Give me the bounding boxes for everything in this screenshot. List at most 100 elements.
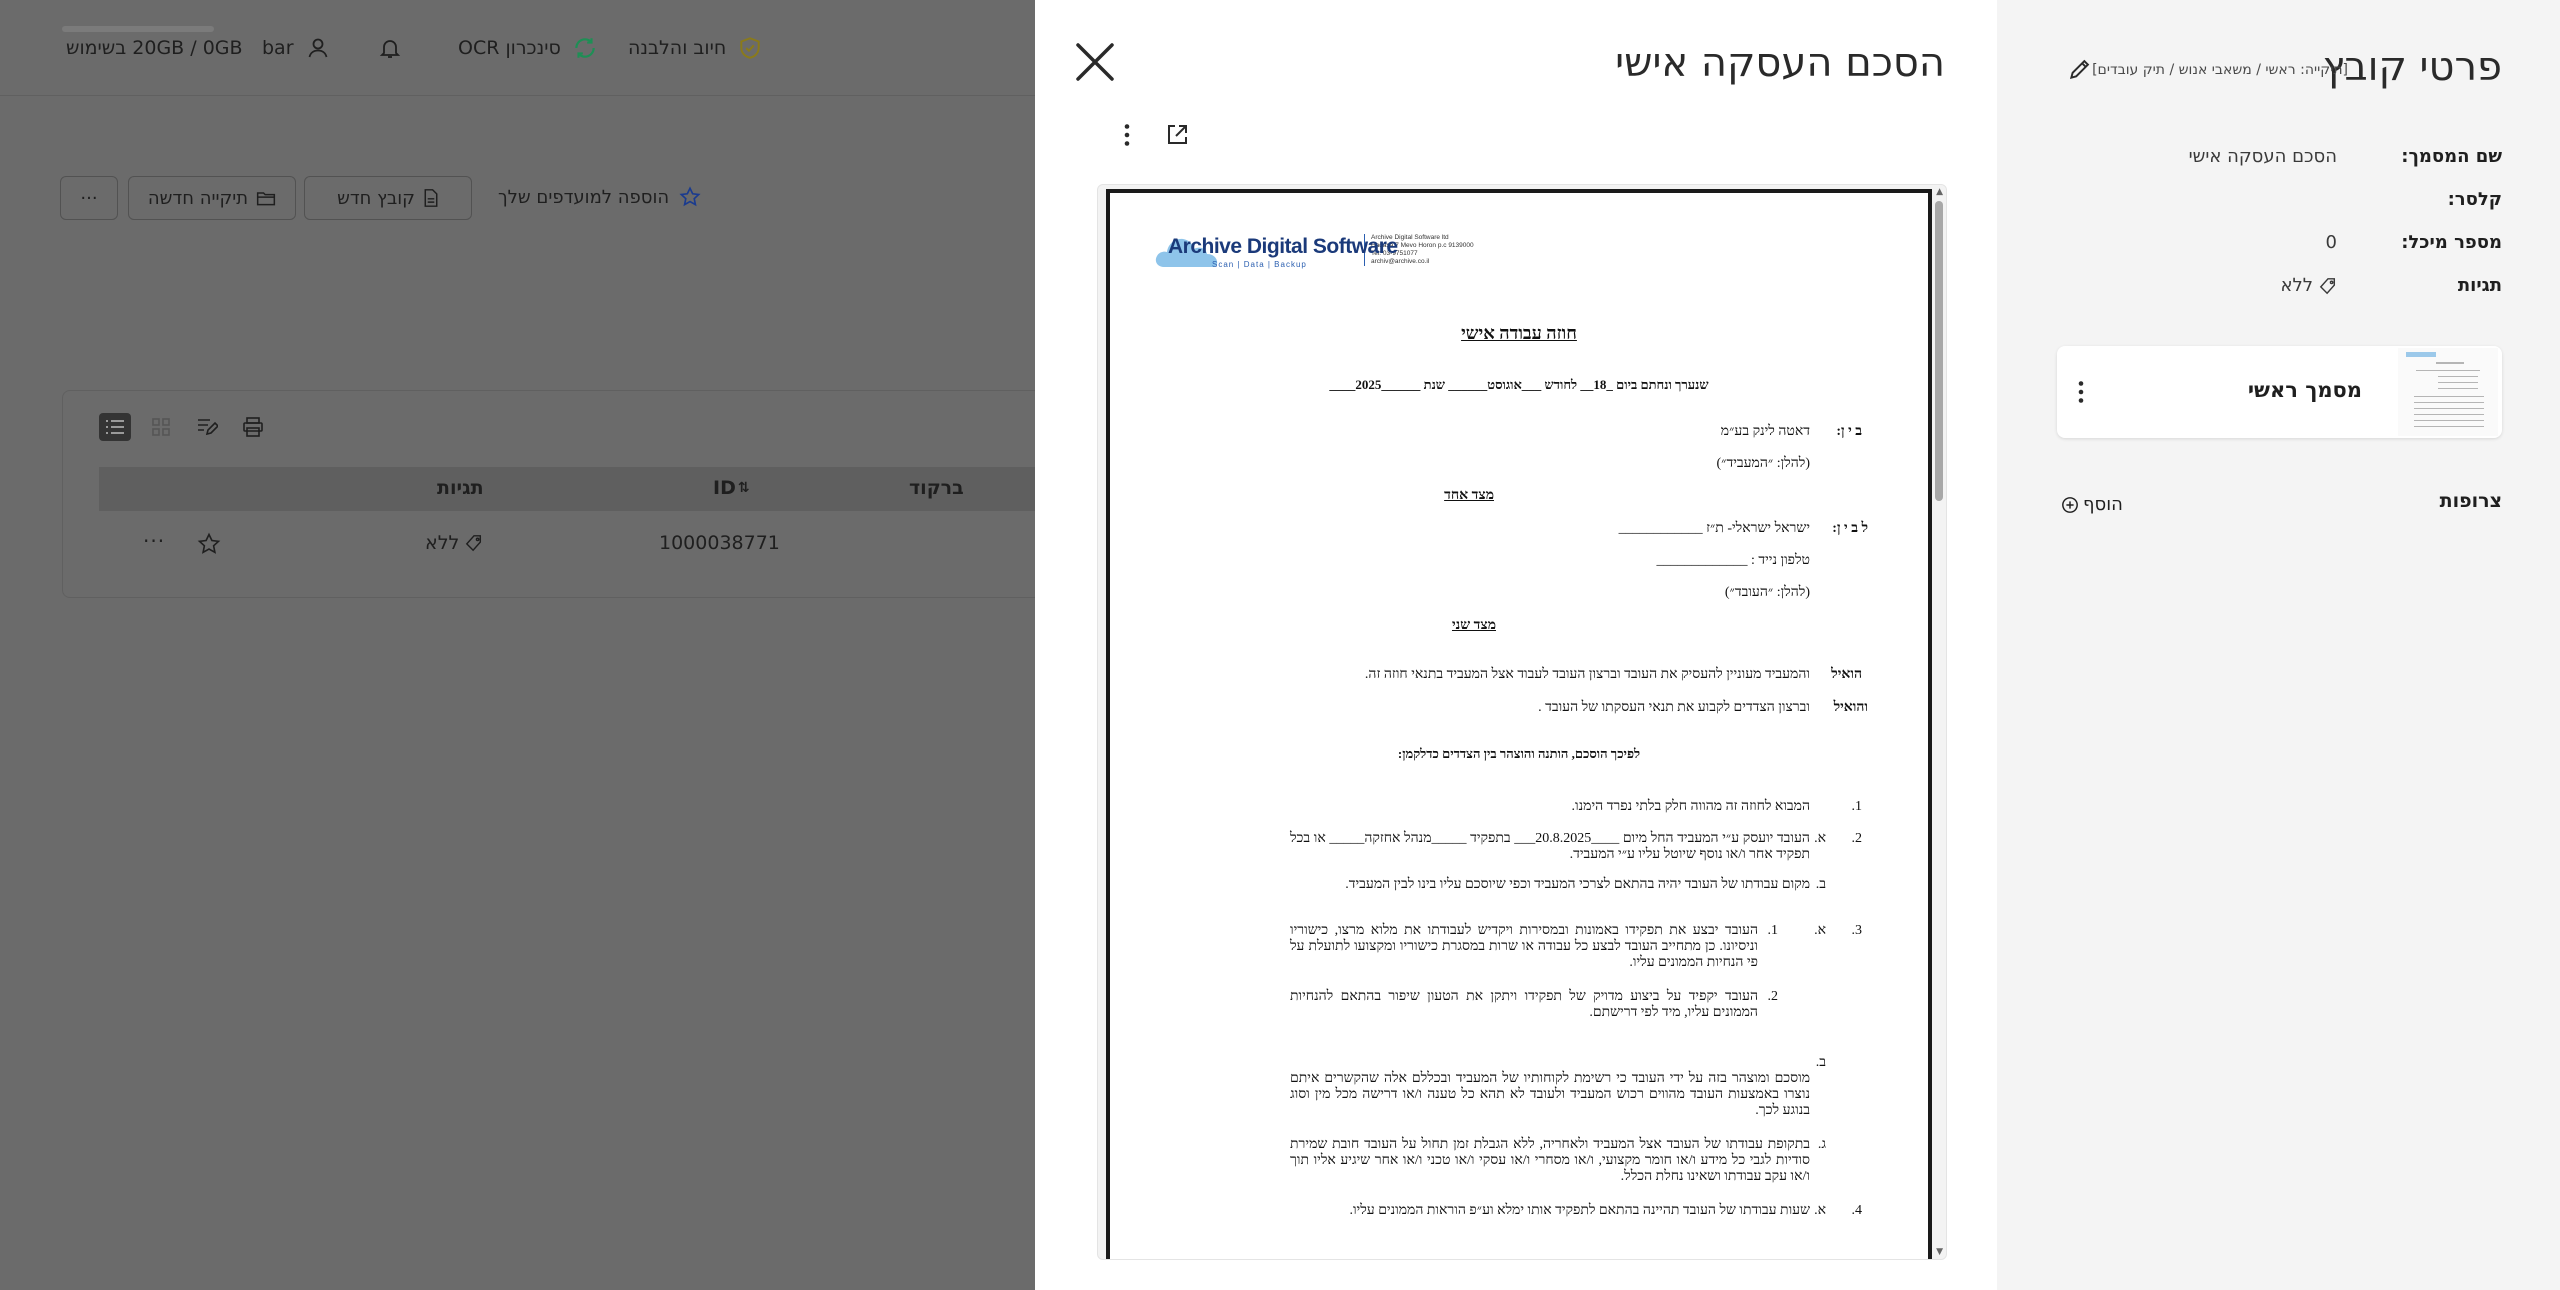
column-id[interactable]: ID ⇅ bbox=[713, 477, 750, 499]
attachments-label: צרופות bbox=[2439, 490, 2502, 512]
details-title: פרטי קובץ bbox=[2322, 44, 2502, 90]
clause-number: 1. bbox=[1851, 799, 1863, 814]
sub-clause-number: 2. bbox=[1767, 989, 1779, 1004]
side-two: מצד שני bbox=[1451, 618, 1496, 633]
side-one: מצד אחד bbox=[1444, 488, 1494, 503]
open-external-button[interactable] bbox=[1162, 120, 1192, 150]
star-outline-icon bbox=[197, 532, 221, 554]
bell-icon bbox=[376, 34, 404, 62]
new-file-label: קובץ חדש bbox=[337, 187, 415, 209]
thumb-line bbox=[2414, 396, 2484, 397]
grid-icon bbox=[152, 418, 170, 436]
viewer-more-button[interactable] bbox=[1112, 120, 1142, 150]
scroll-up-icon[interactable]: ▲ bbox=[1936, 187, 1943, 197]
table-row[interactable]: ··· ללא 1000038771 bbox=[99, 511, 1041, 577]
folder-label: קלסר: bbox=[2447, 189, 2502, 210]
clause-3a-2: העובד יקפיד על ביצוע מדויק של תפקידו וית… bbox=[1290, 989, 1758, 1020]
doc-name-label: שם המסמך: bbox=[2401, 146, 2502, 167]
main-document-label: מסמך ראשי bbox=[2247, 378, 2362, 402]
logo-tagline: Scan | Data | Backup bbox=[1212, 260, 1307, 269]
list-view-button[interactable] bbox=[99, 413, 131, 441]
doc-name-value: הסכם העסקה אישי bbox=[2188, 146, 2337, 167]
file-details-panel: פרטי קובץ [תיקייה: ראשי / משאבי אנוש / ת… bbox=[1997, 0, 2560, 1290]
edit-columns-button[interactable] bbox=[191, 413, 223, 441]
document-preview-frame[interactable]: Archive Digital Software Scan | Data | B… bbox=[1097, 184, 1947, 1260]
list-icon bbox=[106, 420, 124, 434]
row-more-button[interactable]: ··· bbox=[143, 529, 165, 553]
documents-table: תגיות ID ⇅ ברקוד ··· ללא 1000038771 bbox=[62, 390, 1042, 598]
file-icon bbox=[423, 189, 439, 207]
preview-scrollbar[interactable]: ▲ ▼ bbox=[1932, 185, 1946, 1259]
clause-letter: א. bbox=[1814, 1203, 1826, 1218]
clause-3b: מוסכם ומוצהר בזה על ידי העובד כי רשימת ל… bbox=[1290, 1071, 1810, 1118]
and-whereas-text: וברצון הצדדים לקבוע את תנאי העסקתו של הע… bbox=[1538, 700, 1810, 715]
column-tags[interactable]: תגיות bbox=[437, 477, 484, 499]
background-app: 20GB / 0GB בשימוש bar סינכרון OCR חיוב ו… bbox=[0, 0, 1042, 1290]
clause-3a-1: העובד יבצע את תפקידו באמונות ובמסירות וי… bbox=[1290, 923, 1758, 970]
sort-icon: ⇅ bbox=[737, 480, 750, 496]
clause-4a: שעות עבודתו של העובד תהיינה בהתאם לתפקיד… bbox=[1349, 1203, 1810, 1218]
add-attachment-button[interactable]: הוסף bbox=[2061, 494, 2123, 515]
user-menu[interactable]: bar bbox=[262, 30, 332, 66]
and-between-label: ל ב י ן: bbox=[1832, 521, 1868, 536]
new-folder-label: תיקייה חדשה bbox=[147, 187, 249, 209]
more-dots: ··· bbox=[80, 187, 98, 209]
more-actions-button[interactable]: ··· bbox=[60, 176, 118, 220]
row-favorite-button[interactable] bbox=[197, 532, 221, 556]
ocr-sync-button[interactable]: סינכרון OCR bbox=[458, 30, 599, 66]
container-value: 0 bbox=[2325, 232, 2337, 253]
column-barcode[interactable]: ברקוד bbox=[909, 477, 964, 499]
close-viewer-button[interactable] bbox=[1073, 40, 1117, 84]
and-whereas-label: והואיל bbox=[1833, 700, 1868, 715]
clause-letter: א. bbox=[1814, 831, 1826, 846]
thumb-line bbox=[2414, 420, 2484, 421]
billing-label: חיוב והלבנה bbox=[628, 37, 727, 59]
between-label: ב י ן: bbox=[1836, 424, 1862, 439]
doc-name-row: שם המסמך: הסכם העסקה אישי bbox=[2057, 146, 2502, 172]
main-document-card[interactable]: מסמך ראשי bbox=[2057, 346, 2502, 438]
main-document-menu-button[interactable] bbox=[2069, 378, 2093, 406]
document-viewer: הסכם העסקה אישי Archive Digital Software… bbox=[1035, 0, 1997, 1290]
plus-circle-icon bbox=[2062, 496, 2078, 513]
edit-details-button[interactable] bbox=[2065, 56, 2093, 84]
printer-icon bbox=[243, 417, 263, 437]
tags-value-text: ללא bbox=[2280, 275, 2314, 296]
employer-alias: (להלן: ״המעביד״) bbox=[1716, 456, 1811, 471]
viewer-title: הסכם העסקה אישי bbox=[1615, 40, 1945, 86]
notifications-button[interactable] bbox=[376, 30, 404, 66]
top-bar: 20GB / 0GB בשימוש bar סינכרון OCR חיוב ו… bbox=[0, 0, 1035, 96]
tags-label: תגיות bbox=[2457, 275, 2502, 296]
storage-usage-text: 20GB / 0GB בשימוש bbox=[66, 37, 243, 59]
employee-name: ישראל ישראלי- ת״ז ____________ bbox=[1618, 521, 1810, 536]
thumb-line bbox=[2414, 426, 2484, 427]
kebab-menu-icon bbox=[1124, 124, 1130, 146]
add-to-favorites-link[interactable]: הוספה למועדפים שלך bbox=[498, 186, 701, 208]
scroll-down-icon[interactable]: ▼ bbox=[1936, 1247, 1943, 1257]
thumb-line bbox=[2438, 388, 2478, 389]
billing-button[interactable]: חיוב והלבנה bbox=[628, 30, 764, 66]
logo-info-line: archiv@archive.co.il bbox=[1371, 258, 1430, 265]
scrollbar-thumb[interactable] bbox=[1935, 201, 1943, 501]
grid-view-button[interactable] bbox=[145, 413, 177, 441]
clause-letter: א. bbox=[1814, 923, 1826, 938]
container-label: מספר מיכל: bbox=[2401, 232, 2502, 253]
thumb-line bbox=[2414, 402, 2484, 403]
user-icon bbox=[304, 34, 332, 62]
folder-breadcrumb[interactable]: [תיקייה: ראשי / משאבי אנוש / תיק עובדים] bbox=[2092, 62, 2348, 78]
container-row: מספר מיכל: 0 bbox=[2057, 232, 2502, 258]
close-icon bbox=[1076, 43, 1114, 81]
table-toolbar bbox=[99, 413, 269, 441]
row-tags-cell: ללא bbox=[425, 532, 483, 554]
tags-row: תגיות ללא bbox=[2057, 275, 2503, 301]
table-header: תגיות ID ⇅ ברקוד bbox=[99, 467, 1041, 511]
new-file-button[interactable]: קובץ חדש bbox=[304, 176, 472, 220]
kebab-menu-icon bbox=[2078, 381, 2084, 403]
sub-clause-number: 1. bbox=[1767, 923, 1779, 938]
print-button[interactable] bbox=[237, 413, 269, 441]
doc-title: חוזה עבודה אישי bbox=[1461, 323, 1577, 343]
tags-value[interactable]: ללא bbox=[2281, 275, 2338, 296]
clause-3c: בתקופת עבודתו של העובד אצל המעביד ולאחרי… bbox=[1290, 1137, 1810, 1184]
main-document-thumbnail[interactable] bbox=[2398, 348, 2498, 436]
new-folder-button[interactable]: תיקייה חדשה bbox=[128, 176, 296, 220]
thumb-line bbox=[2414, 408, 2484, 409]
